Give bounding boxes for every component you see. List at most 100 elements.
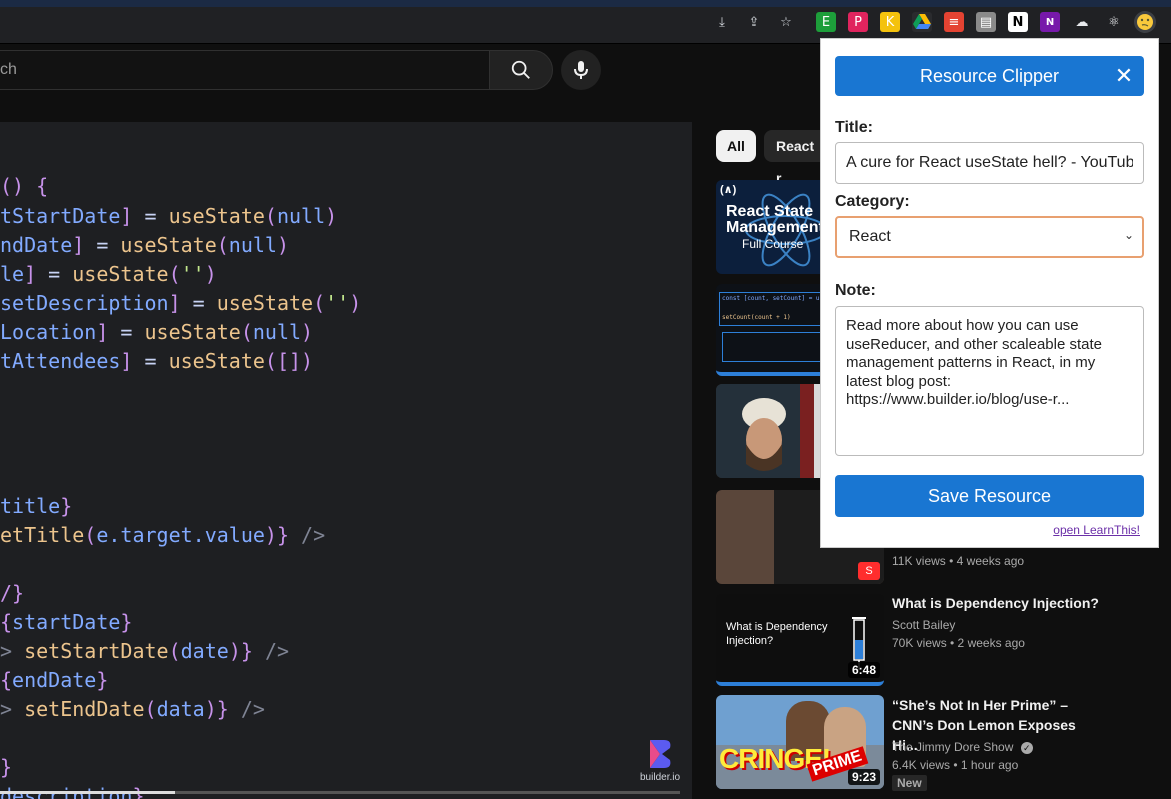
share-icon[interactable]: ⇪ (744, 12, 764, 32)
search-input[interactable]: ch (0, 50, 490, 90)
thumbnail-subtitle-text: Full Course (742, 237, 804, 251)
code-token: ] (96, 320, 109, 344)
title-input[interactable] (835, 142, 1144, 184)
code-token: setStartDate (24, 639, 169, 663)
resource-clipper-popup: Resource Clipper ✕ Title: Category: Reac… (820, 38, 1159, 548)
shorts-icon: S (858, 562, 880, 580)
thinking-face-extension-icon[interactable] (1134, 11, 1156, 33)
code-token: tAttendees (0, 349, 121, 373)
code-line: {startDate} (0, 610, 132, 634)
code-token: ]) (289, 349, 314, 373)
pocket-extension-icon[interactable]: P (848, 12, 868, 32)
code-token: useState (120, 233, 217, 257)
video-thumbnail[interactable]: CRINGE! PRIME 9:23 (716, 695, 884, 789)
popup-title: Resource Clipper (919, 65, 1060, 86)
react-devtools-icon[interactable]: ⚛ (1104, 12, 1124, 32)
category-label: Category: (835, 193, 910, 210)
code-token: ( (84, 523, 97, 547)
channel-name[interactable]: Scott Bailey (892, 616, 955, 634)
code-line: tAttendees] = useState([]) (0, 349, 313, 373)
channel-name[interactable]: The Jimmy Dore Show ✓ (892, 738, 1033, 756)
search-icon (511, 60, 530, 79)
code-token: null (252, 320, 302, 344)
video-thumbnail[interactable]: What is Dependency Injection? 6:48 (716, 594, 884, 686)
code-token: ([ (264, 349, 290, 373)
stack-extension-icon[interactable]: ▤ (976, 12, 996, 32)
install-icon[interactable]: ⤓ (712, 12, 732, 32)
code-line: {endDate} (0, 668, 108, 692)
voice-search-button[interactable] (561, 50, 601, 90)
microphone-icon (574, 61, 588, 79)
video-meta: 6.4K views • 1 hour ago (892, 758, 1019, 772)
code-token: ( (264, 204, 277, 228)
code-token: setDescription (0, 291, 169, 315)
code-line: > setStartDate(date)} /> (0, 639, 289, 663)
search-button[interactable] (489, 50, 553, 90)
verified-icon: ✓ (1020, 742, 1033, 754)
code-token: le (0, 262, 25, 286)
tab-strip (0, 0, 1171, 7)
popup-header: Resource Clipper ✕ (835, 56, 1144, 96)
code-line: etTitle(e.target.value)} /> (0, 523, 325, 547)
onenote-extension-icon[interactable]: N (1040, 12, 1060, 32)
code-token: ) (301, 320, 314, 344)
code-token: } (60, 494, 73, 518)
code-line: le] = useState('') (0, 262, 217, 286)
open-learnthis-link[interactable]: open LearnThis! (1053, 523, 1140, 537)
code-line: tStartDate] = useState(null) (0, 204, 337, 228)
code-token: /> (228, 697, 265, 721)
chevron-down-icon: ⌄ (1123, 228, 1134, 242)
note-label: Note: (835, 282, 876, 299)
evernote-extension-icon[interactable]: E (816, 12, 836, 32)
code-line: ndDate] = useState(null) (0, 233, 289, 257)
code-token: Location (0, 320, 97, 344)
code-token: ] (168, 291, 181, 315)
code-token: e.target.value (96, 523, 265, 547)
code-token: { (0, 668, 13, 692)
code-token: > (0, 639, 25, 663)
code-token: ( (168, 262, 181, 286)
code-token: useState (144, 320, 241, 344)
code-token: ( (216, 233, 229, 257)
code-token: = (132, 349, 169, 373)
video-meta: 11K views • 4 weeks ago (892, 554, 1025, 568)
note-textarea[interactable]: Read more about how you can use useReduc… (835, 306, 1144, 456)
code-token: ndDate (0, 233, 73, 257)
drive-extension-icon[interactable] (912, 12, 932, 32)
code-token: ( (144, 697, 157, 721)
bookmark-star-icon[interactable]: ☆ (776, 12, 796, 32)
category-selected-value: React (849, 228, 891, 245)
code-token: startDate (12, 610, 121, 634)
code-token: etTitle (0, 523, 85, 547)
video-title[interactable]: What is Dependency Injection? (892, 593, 1102, 613)
freecodecamp-logo: (∧) (720, 184, 737, 196)
code-token: = (108, 320, 145, 344)
code-token: /} (0, 581, 25, 605)
chip-all[interactable]: All (716, 130, 756, 162)
code-token: ] (24, 262, 37, 286)
thumbnail-code-text: const [count, setCount] = u (722, 295, 820, 302)
code-token: data (156, 697, 205, 721)
video-progress-bar[interactable] (0, 791, 680, 794)
save-resource-button[interactable]: Save Resource (835, 475, 1144, 517)
search-placeholder: ch (0, 61, 17, 78)
code-token: /> (289, 523, 326, 547)
code-line: setDescription] = useState('') (0, 291, 361, 315)
keep-extension-icon[interactable]: K (880, 12, 900, 32)
close-button[interactable]: ✕ (1112, 62, 1136, 90)
code-token: } (96, 668, 109, 692)
video-progress-played (0, 791, 175, 794)
notion-extension-icon[interactable]: N (1008, 12, 1028, 32)
video-player[interactable]: () { tStartDate] = useState(null) ndDate] … (0, 122, 692, 799)
builder-brand-label: builder.io (640, 772, 681, 783)
video-meta: 70K views • 2 weeks ago (892, 636, 1025, 650)
video-duration: 9:23 (847, 769, 880, 785)
category-select[interactable]: React ⌄ (835, 216, 1144, 258)
code-line: () { (0, 174, 48, 198)
code-token: useState (216, 291, 314, 315)
code-token: = (36, 262, 73, 286)
cloud-extension-icon[interactable]: ☁ (1072, 12, 1092, 32)
new-badge: New (892, 775, 927, 791)
todoist-extension-icon[interactable]: ≡ (944, 12, 964, 32)
code-token: )} (264, 523, 290, 547)
